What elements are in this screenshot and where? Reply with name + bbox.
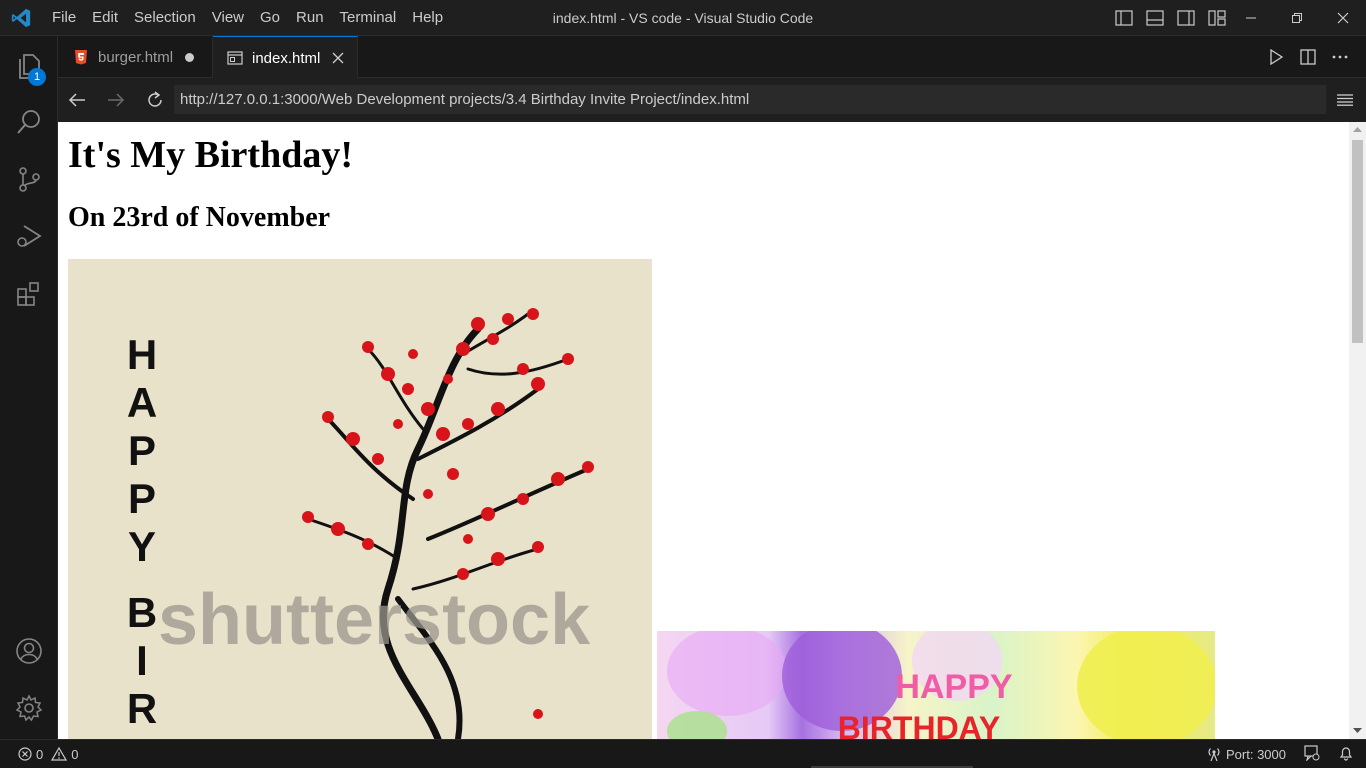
close-tab-icon[interactable] [332,52,344,64]
balloons-birthday-image: HAPPY BIRTHDAY [657,631,1215,739]
minimize-icon[interactable] [1228,0,1274,36]
reload-icon[interactable] [141,86,169,114]
split-editor-icon[interactable] [1292,36,1324,78]
status-right: Port: 3000 [1206,740,1354,768]
vertical-text: HAPPY BIRT [127,331,157,739]
forward-arrow-icon[interactable] [102,86,130,114]
run-icon[interactable] [1260,36,1292,78]
watermark-text: shutterstock [158,580,591,660]
page-scrollbar[interactable] [1349,122,1366,739]
scroll-thumb[interactable] [1352,140,1363,343]
error-count: 0 [36,746,44,762]
preview-icon [227,51,243,65]
error-icon [18,747,32,761]
layout-controls [1108,0,1232,36]
svg-text:H: H [127,331,157,378]
editor-actions [1260,36,1356,78]
menu-selection[interactable]: Selection [126,0,204,36]
explorer-icon[interactable]: 1 [0,38,58,94]
broadcast-icon [1208,748,1220,762]
activity-bar: 1 [0,36,58,739]
menu-terminal[interactable]: Terminal [332,0,405,36]
browser-nav-bar: http://127.0.0.1:3000/Web Development pr… [58,78,1366,122]
menu-run[interactable]: Run [288,0,332,36]
browser-viewport: It's My Birthday! On 23rd of November H … [58,122,1366,739]
toggle-secondary-sidebar-icon[interactable] [1170,0,1201,36]
accounts-icon[interactable] [0,623,58,679]
menu-go[interactable]: Go [252,0,288,36]
close-icon[interactable] [1320,0,1366,36]
menu-bar: File Edit Selection View Go Run Terminal… [44,0,451,36]
more-actions-icon[interactable] [1324,36,1356,78]
tab-label: index.html [252,49,321,67]
image-text-happy: HAPPY [895,668,1012,706]
feedback-icon[interactable] [1304,744,1320,764]
tab-index-html[interactable]: index.html [213,36,358,79]
manage-gear-icon[interactable] [0,680,58,736]
menu-view[interactable]: View [204,0,252,36]
menu-file[interactable]: File [44,0,84,36]
restore-icon[interactable] [1274,0,1320,36]
notifications-bell-icon[interactable] [1338,745,1354,764]
svg-text:P: P [128,427,156,474]
url-input[interactable]: http://127.0.0.1:3000/Web Development pr… [174,85,1326,114]
explorer-badge: 1 [28,68,46,86]
source-control-icon[interactable] [0,151,58,207]
window-controls [1228,0,1366,36]
run-debug-icon[interactable] [0,208,58,264]
cherry-blossom-birthday-image: HAPPY BIRT shutterstock [68,259,652,739]
back-arrow-icon[interactable] [63,86,91,114]
warning-icon [51,747,68,761]
svg-text:R: R [127,685,157,732]
svg-text:I: I [136,637,148,684]
html5-icon [75,50,87,65]
live-server-port[interactable]: Port: 3000 [1206,746,1286,762]
editor-tab-bar: burger.html index.html [58,36,1366,79]
search-icon[interactable] [0,94,58,150]
menu-lines-icon[interactable] [1331,86,1359,114]
svg-text:B: B [127,589,157,636]
svg-text:A: A [127,379,157,426]
extensions-icon[interactable] [0,266,58,322]
toggle-primary-sidebar-icon[interactable] [1108,0,1139,36]
status-bar: 0 0 Port: 3000 [0,739,1366,768]
vscode-logo-icon[interactable] [10,7,32,29]
warning-count: 0 [71,746,79,762]
svg-text:Y: Y [128,523,156,570]
menu-help[interactable]: Help [404,0,451,36]
port-label: Port: 3000 [1226,746,1286,762]
tab-label: burger.html [98,48,174,66]
problems-indicator[interactable]: 0 0 [18,740,78,768]
svg-text:P: P [128,475,156,522]
page-heading: It's My Birthday! [68,134,353,176]
tab-burger-html[interactable]: burger.html [58,36,213,78]
unsaved-dot-icon[interactable] [185,52,195,62]
image-text-birthday: BIRTHDAY [838,710,1000,739]
menu-edit[interactable]: Edit [84,0,126,36]
toggle-panel-icon[interactable] [1139,0,1170,36]
title-bar: File Edit Selection View Go Run Terminal… [0,0,1366,36]
page-subheading: On 23rd of November [68,202,331,233]
